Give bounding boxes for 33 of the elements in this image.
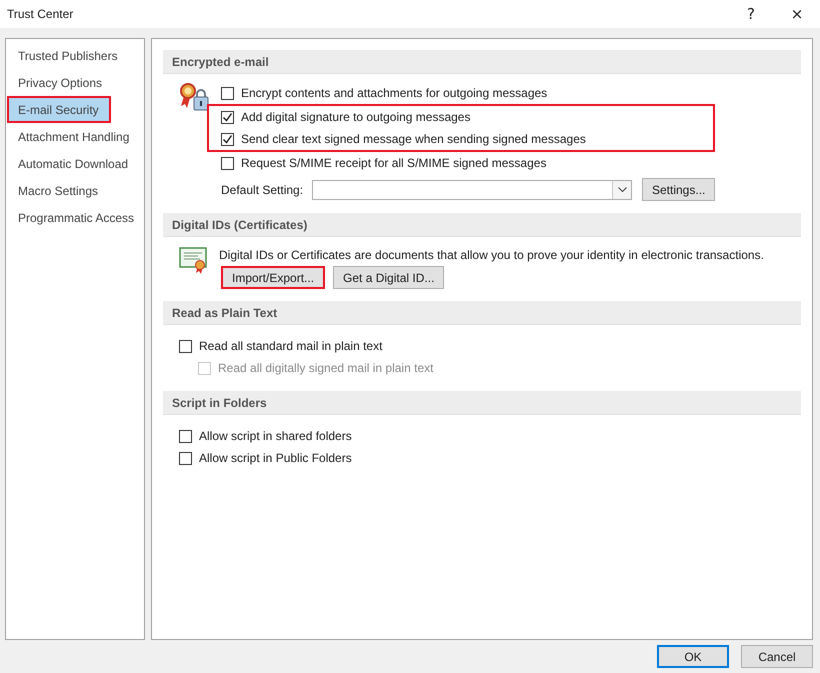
settings-button[interactable]: Settings... [642,178,716,201]
sidebar-item[interactable]: Attachment Handling [7,123,144,150]
checkbox-option[interactable]: Request S/MIME receipt for all S/MIME signed messages [221,152,716,174]
section-header: Script in Folders [163,391,801,415]
action-button[interactable]: Import/Export... [221,266,326,289]
sidebar-item[interactable]: E-mail Security [7,96,111,123]
sidebar-item[interactable]: Automatic Download [7,150,144,177]
help-button[interactable]: ? [728,0,774,28]
close-button[interactable]: × [774,0,820,28]
dialog-button[interactable]: Cancel [741,645,813,668]
chevron-down-icon [618,186,626,192]
field-label: Default Setting: [221,182,302,196]
section-header: Digital IDs (Certificates) [163,213,801,237]
check-icon [222,112,233,122]
default-setting-dropdown[interactable] [312,180,632,200]
checkbox-option[interactable]: Allow script in shared folders [179,425,352,447]
checkbox-option[interactable]: Read all standard mail in plain text [179,335,434,357]
checkbox-option[interactable]: Send clear text signed message when sending signed messages [221,128,706,150]
checkbox-option[interactable]: Allow script in Public Folders [179,447,352,469]
certificate-icon [179,245,209,275]
description-text: Digital IDs or Certificates are documents that allow you to prove your identity in electronic transactions. [219,248,764,262]
sidebar-item[interactable]: Trusted Publishers [7,42,144,69]
section-header: Read as Plain Text [163,301,801,325]
sidebar-item[interactable]: Programmatic Access [7,204,144,231]
section-header: Encrypted e-mail [163,50,801,74]
checkbox-option[interactable]: Add digital signature to outgoing messages [221,106,706,128]
action-button[interactable]: Get a Digital ID... [333,266,444,289]
window-title: Trust Center [7,7,74,21]
sidebar-item[interactable]: Privacy Options [7,69,144,96]
check-icon [222,134,233,144]
checkbox-option[interactable]: Encrypt contents and attachments for outgoing messages [221,82,716,104]
sidebar-item[interactable]: Macro Settings [7,177,144,204]
dialog-button[interactable]: OK [657,645,729,668]
